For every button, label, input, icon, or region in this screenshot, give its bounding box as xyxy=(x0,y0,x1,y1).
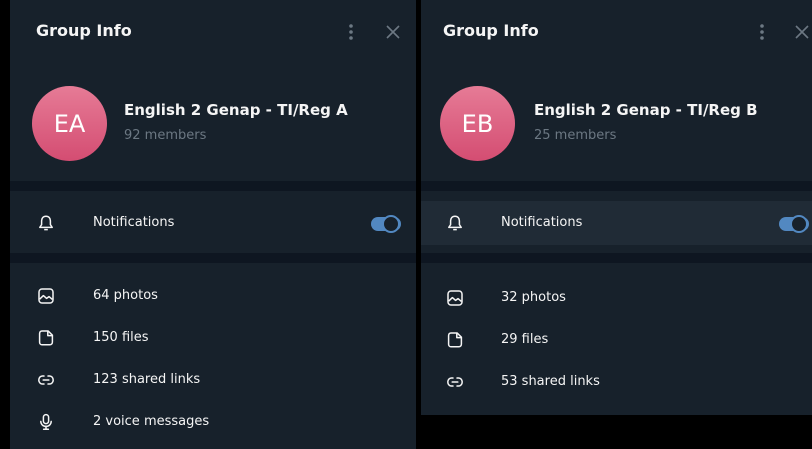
media-label: 150 files xyxy=(93,330,149,345)
panel-title: Group Info xyxy=(443,21,539,40)
media-row-photos[interactable]: 32 photos xyxy=(421,277,812,319)
media-row-voice[interactable]: 2 voice messages xyxy=(10,401,416,443)
microphone-icon xyxy=(37,413,55,431)
section-divider xyxy=(421,253,812,263)
panel-header: Group Info xyxy=(421,0,812,62)
notifications-toggle[interactable] xyxy=(779,215,809,233)
more-options-icon[interactable] xyxy=(342,22,360,42)
media-label: 53 shared links xyxy=(501,374,600,389)
link-icon xyxy=(37,371,55,389)
toggle-knob xyxy=(790,215,808,233)
media-row-links[interactable]: 123 shared links xyxy=(10,359,416,401)
bell-icon xyxy=(446,214,464,232)
notifications-toggle[interactable] xyxy=(371,215,401,233)
media-row-photos[interactable]: 64 photos xyxy=(10,275,416,317)
group-info-panel-b: Group Info EB English 2 Genap - TI/Reg B… xyxy=(421,0,812,415)
media-label: 64 photos xyxy=(93,288,158,303)
avatar-initials: EA xyxy=(53,109,86,138)
file-icon xyxy=(37,329,55,347)
media-label: 123 shared links xyxy=(93,372,201,387)
section-divider xyxy=(10,253,416,263)
more-options-icon[interactable] xyxy=(753,22,771,42)
toggle-knob xyxy=(382,215,400,233)
notifications-label: Notifications xyxy=(501,215,583,230)
media-label: 2 voice messages xyxy=(93,414,210,429)
image-icon xyxy=(37,287,55,305)
media-row-files[interactable]: 29 files xyxy=(421,319,812,361)
panel-header: Group Info xyxy=(10,0,416,62)
notifications-label: Notifications xyxy=(93,215,175,230)
section-divider xyxy=(421,181,812,191)
group-name: English 2 Genap - TI/Reg B xyxy=(534,101,758,119)
section-divider xyxy=(10,181,416,191)
file-icon xyxy=(446,331,464,349)
close-icon[interactable] xyxy=(793,22,811,42)
notifications-row[interactable]: Notifications xyxy=(421,201,812,245)
image-icon xyxy=(446,289,464,307)
group-info-panel-a: Group Info EA English 2 Genap - TI/Reg A… xyxy=(10,0,416,449)
media-row-files[interactable]: 150 files xyxy=(10,317,416,359)
member-count[interactable]: 92 members xyxy=(124,128,206,143)
media-label: 29 files xyxy=(501,332,549,347)
media-label: 32 photos xyxy=(501,290,566,305)
group-name: English 2 Genap - TI/Reg A xyxy=(124,101,348,119)
bell-icon xyxy=(37,214,55,232)
panel-title: Group Info xyxy=(36,21,132,40)
notifications-row[interactable]: Notifications xyxy=(10,202,416,244)
close-icon[interactable] xyxy=(384,22,402,42)
avatar-initials: EB xyxy=(461,109,494,138)
media-row-links[interactable]: 53 shared links xyxy=(421,361,812,403)
member-count[interactable]: 25 members xyxy=(534,128,616,143)
group-avatar[interactable]: EB xyxy=(440,86,515,161)
group-avatar[interactable]: EA xyxy=(32,86,107,161)
link-icon xyxy=(446,373,464,391)
